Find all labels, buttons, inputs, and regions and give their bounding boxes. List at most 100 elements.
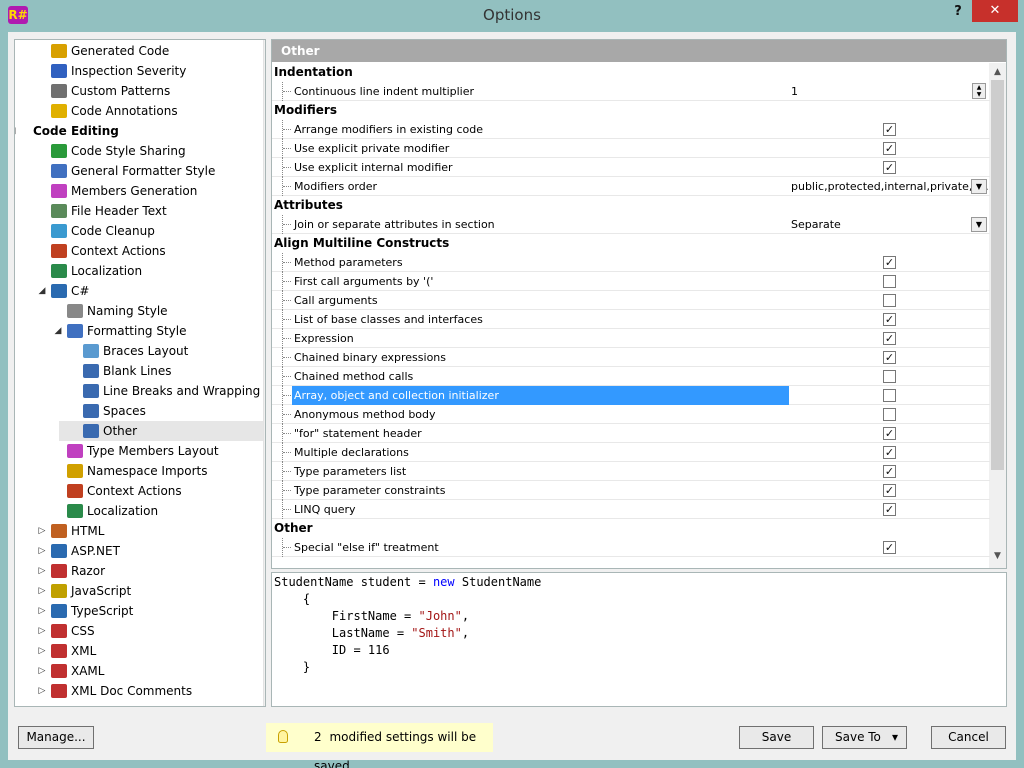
setting-checkbox[interactable]	[883, 294, 896, 307]
settings-row[interactable]: Continuous line indent multiplier 1 ▲ ▼	[272, 82, 990, 101]
save-button[interactable]: Save	[739, 726, 814, 749]
tree-item[interactable]: Code Cleanup	[15, 221, 261, 241]
setting-checkbox[interactable]: ✓	[883, 332, 896, 345]
setting-checkbox[interactable]	[883, 370, 896, 383]
tree-item[interactable]: Context Actions	[15, 481, 261, 501]
tree-item[interactable]: File Header Text	[15, 201, 261, 221]
settings-row[interactable]: Chained binary expressions ✓	[272, 348, 990, 367]
tree-item[interactable]: ◢ C#	[15, 281, 261, 301]
settings-row[interactable]: Multiple declarations ✓	[272, 443, 990, 462]
settings-row[interactable]: Arrange modifiers in existing code ✓	[272, 120, 990, 139]
settings-row[interactable]: "for" statement header ✓	[272, 424, 990, 443]
manage-button[interactable]: Manage...	[18, 726, 94, 749]
settings-row[interactable]: First call arguments by '('	[272, 272, 990, 291]
tree-item[interactable]: ▷ JavaScript	[15, 581, 261, 601]
help-button[interactable]: ?	[948, 4, 968, 24]
setting-checkbox[interactable]: ✓	[883, 351, 896, 364]
setting-checkbox[interactable]: ✓	[883, 503, 896, 516]
tree-item[interactable]: Braces Layout	[15, 341, 261, 361]
expand-arrow-icon[interactable]: ▷	[37, 561, 47, 581]
expand-arrow-icon[interactable]: ▷	[37, 581, 47, 601]
settings-row[interactable]: Expression ✓	[272, 329, 990, 348]
expand-arrow-icon[interactable]: ▷	[37, 621, 47, 641]
settings-row[interactable]: Type parameters list ✓	[272, 462, 990, 481]
collapse-arrow-icon[interactable]: ◢	[37, 281, 47, 301]
tree-item[interactable]: Localization	[15, 261, 261, 281]
tree-item[interactable]: Code Annotations	[15, 101, 261, 121]
scroll-up-icon[interactable]: ▲	[989, 64, 1006, 80]
setting-checkbox[interactable]: ✓	[883, 123, 896, 136]
expand-arrow-icon[interactable]: ▷	[37, 601, 47, 621]
tree-item[interactable]: Line Breaks and Wrapping	[15, 381, 261, 401]
settings-row[interactable]: Method parameters ✓	[272, 253, 990, 272]
setting-checkbox[interactable]: ✓	[883, 142, 896, 155]
tree-item[interactable]: Type Members Layout	[15, 441, 261, 461]
save-to-button[interactable]: Save To ▾	[822, 726, 907, 749]
setting-checkbox[interactable]	[883, 275, 896, 288]
settings-row[interactable]: LINQ query ✓	[272, 500, 990, 519]
settings-row[interactable]: Join or separate attributes in section Se…	[272, 215, 990, 234]
tree-item[interactable]: ◢ Formatting Style	[15, 321, 261, 341]
tree-item[interactable]: Localization	[15, 501, 261, 521]
panel-scrollbar-thumb[interactable]	[991, 80, 1004, 470]
setting-value[interactable]: 1	[791, 82, 798, 101]
tree-item[interactable]: ◢ Code Editing	[15, 121, 261, 141]
setting-value[interactable]: Separate	[791, 215, 841, 234]
tree-item[interactable]: Generated Code	[15, 41, 261, 61]
settings-row[interactable]: Chained method calls	[272, 367, 990, 386]
setting-checkbox[interactable]	[883, 408, 896, 421]
expand-arrow-icon[interactable]: ▷	[37, 641, 47, 661]
tree-item[interactable]: Blank Lines	[15, 361, 261, 381]
expand-arrow-icon[interactable]: ▷	[37, 521, 47, 541]
settings-row[interactable]: Call arguments	[272, 291, 990, 310]
tree-item[interactable]: Naming Style	[15, 301, 261, 321]
tree-item[interactable]: ▷ HTML	[15, 521, 261, 541]
tree-item[interactable]: Namespace Imports	[15, 461, 261, 481]
tree-item[interactable]: Custom Patterns	[15, 81, 261, 101]
settings-row[interactable]: List of base classes and interfaces ✓	[272, 310, 990, 329]
tree-item[interactable]: Context Actions	[15, 241, 261, 261]
settings-row[interactable]: Use explicit private modifier ✓	[272, 139, 990, 158]
settings-row[interactable]: Type parameter constraints ✓	[272, 481, 990, 500]
settings-row[interactable]: Array, object and collection initializer	[272, 386, 990, 405]
tree-item[interactable]: ▷ XML Doc Comments	[15, 681, 261, 701]
collapse-arrow-icon[interactable]: ◢	[53, 321, 63, 341]
dropdown-arrow-icon[interactable]: ▼	[971, 179, 987, 194]
cancel-button[interactable]: Cancel	[931, 726, 1006, 749]
setting-value[interactable]: public,protected,internal,private,s...	[791, 177, 989, 196]
collapse-arrow-icon[interactable]: ◢	[15, 121, 17, 141]
settings-row[interactable]: Special "else if" treatment ✓	[272, 538, 990, 557]
tree-item[interactable]: ▷ XAML	[15, 661, 261, 681]
tree-item[interactable]: Code Style Sharing	[15, 141, 261, 161]
setting-checkbox[interactable]: ✓	[883, 541, 896, 554]
tree-item[interactable]: ▷ TypeScript	[15, 601, 261, 621]
scroll-down-icon[interactable]: ▼	[989, 548, 1006, 564]
close-button[interactable]: ✕	[972, 0, 1018, 22]
setting-checkbox[interactable]: ✓	[883, 161, 896, 174]
settings-row[interactable]: Modifiers order public,protected,internal…	[272, 177, 990, 196]
tree-item[interactable]: Spaces	[15, 401, 261, 421]
settings-row[interactable]: Anonymous method body	[272, 405, 990, 424]
tree-item[interactable]: Members Generation	[15, 181, 261, 201]
tree-item[interactable]: ▷ XML	[15, 641, 261, 661]
tree-item[interactable]: Other	[15, 421, 261, 441]
setting-checkbox[interactable]: ✓	[883, 484, 896, 497]
tree-item[interactable]: ▷ Razor	[15, 561, 261, 581]
tree-scrollbar-thumb[interactable]	[265, 283, 266, 670]
settings-row[interactable]: Use explicit internal modifier ✓	[272, 158, 990, 177]
tree-item[interactable]: General Formatter Style	[15, 161, 261, 181]
setting-checkbox[interactable]: ✓	[883, 256, 896, 269]
setting-checkbox[interactable]: ✓	[883, 465, 896, 478]
setting-checkbox[interactable]	[883, 389, 896, 402]
setting-checkbox[interactable]: ✓	[883, 313, 896, 326]
setting-checkbox[interactable]: ✓	[883, 427, 896, 440]
expand-arrow-icon[interactable]: ▷	[37, 681, 47, 701]
tree-item[interactable]: Inspection Severity	[15, 61, 261, 81]
dropdown-arrow-icon[interactable]: ▼	[971, 217, 987, 232]
expand-arrow-icon[interactable]: ▷	[37, 661, 47, 681]
setting-checkbox[interactable]: ✓	[883, 446, 896, 459]
tree-item[interactable]: ▷ CSS	[15, 621, 261, 641]
tree-item[interactable]: ▷ ASP.NET	[15, 541, 261, 561]
expand-arrow-icon[interactable]: ▷	[37, 541, 47, 561]
spinner-icon[interactable]: ▲ ▼	[972, 83, 986, 99]
